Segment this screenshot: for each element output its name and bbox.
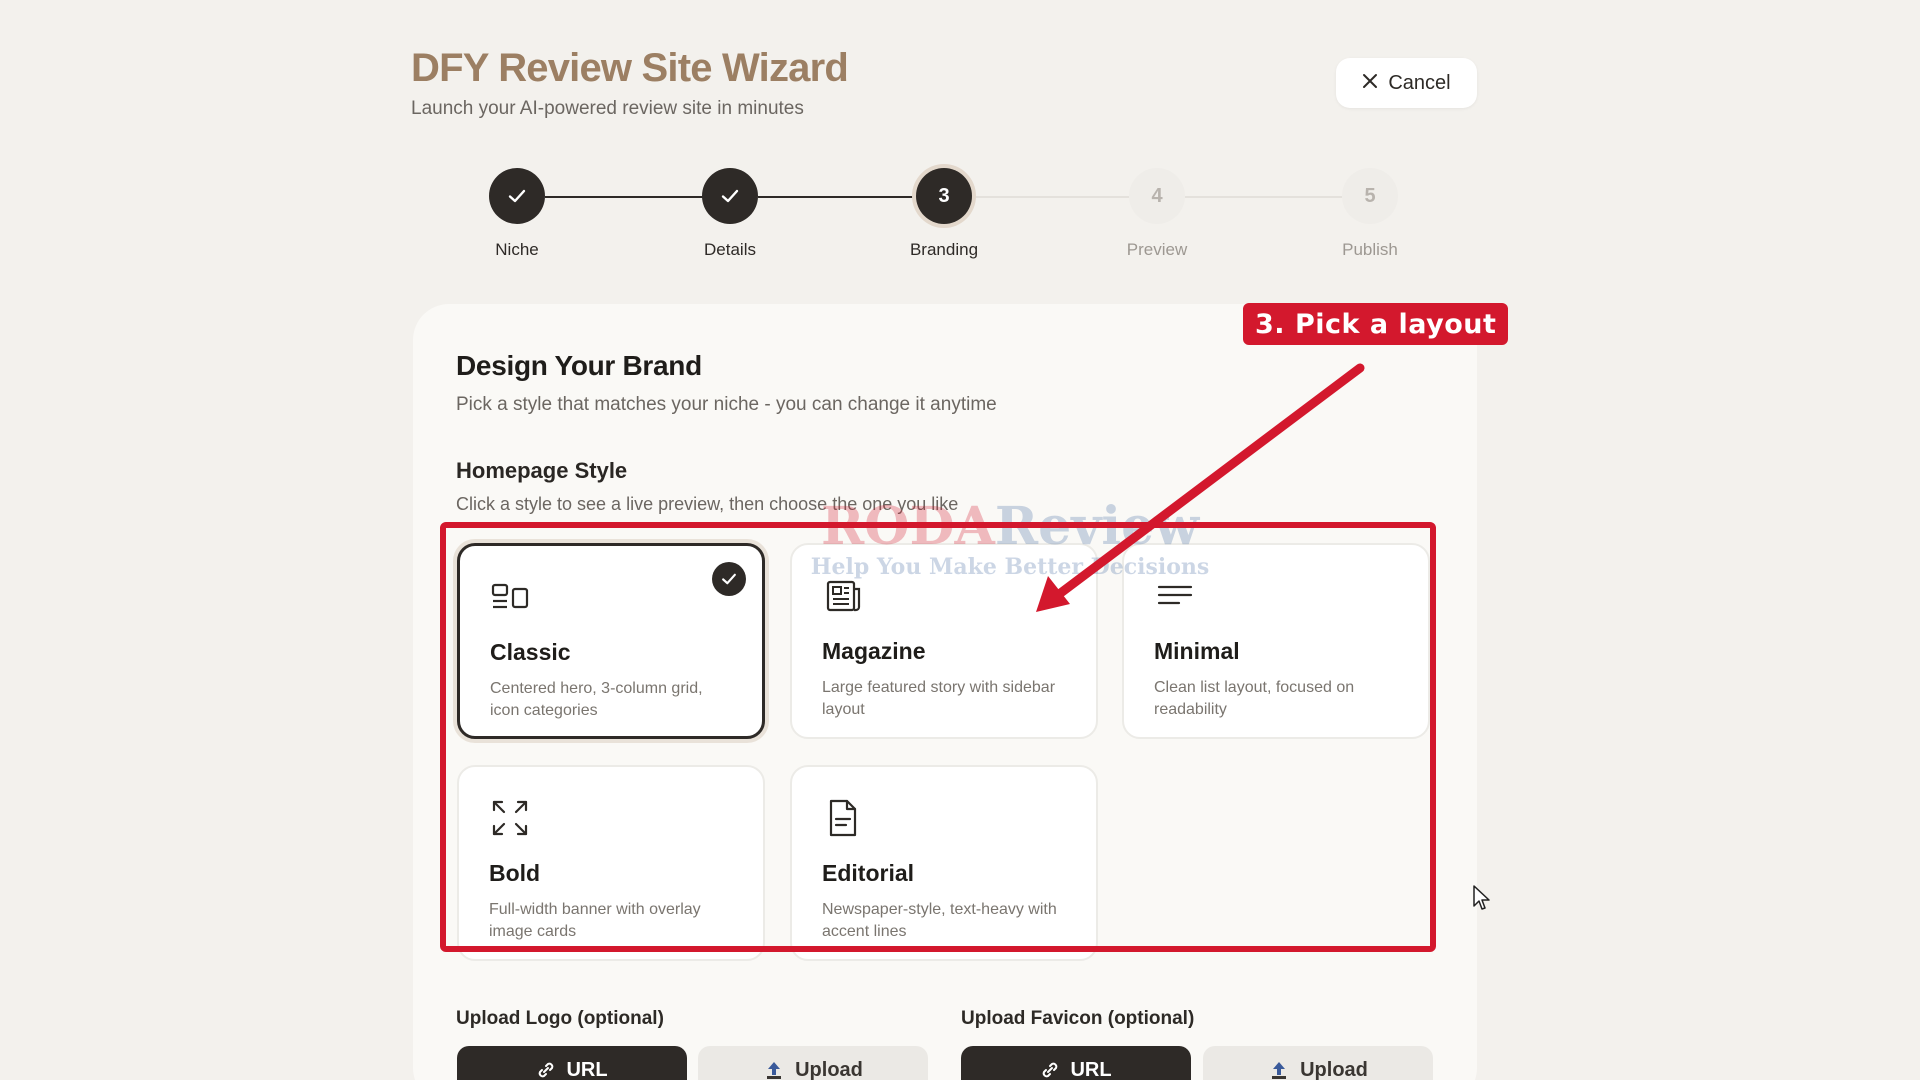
link-icon	[1043, 1062, 1058, 1078]
step-circle	[702, 168, 758, 224]
style-description: Clean list layout, focused on readabilit…	[1154, 679, 1355, 718]
step-circle: 5	[1342, 168, 1398, 224]
section-subtitle: Pick a style that matches your niche - y…	[456, 394, 997, 415]
style-description: Centered hero, 3-column grid, icon categ…	[490, 680, 703, 719]
favicon-url-button[interactable]: URL	[961, 1046, 1191, 1080]
classic-layout-icon	[491, 583, 529, 609]
style-card-classic[interactable]: Classic Centered hero, 3-column grid, ic…	[457, 543, 765, 739]
url-label: URL	[1070, 1058, 1112, 1080]
step-preview[interactable]: 4 Preview	[1097, 168, 1217, 260]
logo-upload-button[interactable]: Upload	[698, 1046, 928, 1080]
homepage-style-title: Homepage Style	[456, 458, 628, 483]
check-icon	[508, 189, 526, 203]
document-icon	[829, 799, 857, 837]
logo-url-button[interactable]: URL	[457, 1046, 687, 1080]
style-name: Minimal	[1154, 638, 1240, 664]
mouse-cursor-icon	[1473, 885, 1490, 910]
style-description: Large featured story with sidebar layout	[822, 679, 1056, 718]
favicon-upload-button[interactable]: Upload	[1203, 1046, 1433, 1080]
upload-logo-label: Upload Logo (optional)	[456, 1008, 664, 1029]
step-niche[interactable]: Niche	[457, 168, 577, 260]
style-card-minimal[interactable]: Minimal Clean list layout, focused on re…	[1122, 543, 1430, 739]
upload-icon	[1272, 1062, 1287, 1079]
check-icon	[721, 189, 739, 203]
wizard-header: DFY Review Site Wizard Launch your AI-po…	[411, 40, 849, 120]
style-description: Full-width banner with overlay image car…	[489, 901, 701, 940]
step-label: Preview	[1126, 240, 1188, 259]
homepage-style-subtitle: Click a style to see a live preview, the…	[456, 494, 959, 514]
step-circle	[489, 168, 545, 224]
step-label: Details	[704, 240, 756, 259]
style-card-magazine[interactable]: Magazine Large featured story with sideb…	[790, 543, 1098, 739]
style-name: Classic	[490, 639, 571, 665]
style-description: Newspaper-style, text-heavy with accent …	[822, 901, 1057, 940]
newspaper-icon	[826, 580, 861, 612]
upload-label: Upload	[795, 1058, 863, 1080]
style-name: Magazine	[822, 638, 926, 664]
step-label: Niche	[495, 240, 539, 259]
step-publish[interactable]: 5 Publish	[1310, 168, 1430, 260]
upload-label: Upload	[1300, 1058, 1368, 1080]
style-name: Editorial	[822, 860, 915, 886]
style-card-editorial[interactable]: Editorial Newspaper-style, text-heavy wi…	[790, 765, 1098, 961]
section-title: Design Your Brand	[456, 350, 702, 381]
step-details[interactable]: Details	[670, 168, 790, 260]
step-label: Branding	[909, 240, 979, 259]
page-title: DFY Review Site Wizard	[411, 46, 849, 90]
step-label: Publish	[1342, 240, 1398, 259]
step-circle: 4	[1129, 168, 1185, 224]
url-label: URL	[566, 1058, 608, 1080]
style-card-bold[interactable]: Bold Full-width banner with overlay imag…	[457, 765, 765, 961]
text-lines-icon	[1157, 585, 1193, 605]
wizard-stepper: Niche Details 3 Branding 4 Preview 5 Pub…	[0, 168, 1920, 268]
cancel-button[interactable]: Cancel	[1336, 58, 1477, 108]
annotation-callout: 3. Pick a layout	[1243, 303, 1509, 345]
step-branding[interactable]: 3 Branding	[884, 168, 1004, 260]
style-name: Bold	[489, 860, 541, 886]
cancel-label: Cancel	[1388, 71, 1451, 94]
check-icon	[722, 573, 736, 585]
selected-check-badge	[712, 562, 746, 596]
page-subtitle: Launch your AI-powered review site in mi…	[411, 98, 804, 119]
link-icon	[539, 1062, 554, 1078]
upload-favicon-label: Upload Favicon (optional)	[961, 1008, 1195, 1029]
step-circle: 3	[916, 168, 972, 224]
upload-icon	[767, 1062, 782, 1079]
close-icon	[1362, 72, 1378, 95]
expand-icon	[492, 800, 528, 836]
